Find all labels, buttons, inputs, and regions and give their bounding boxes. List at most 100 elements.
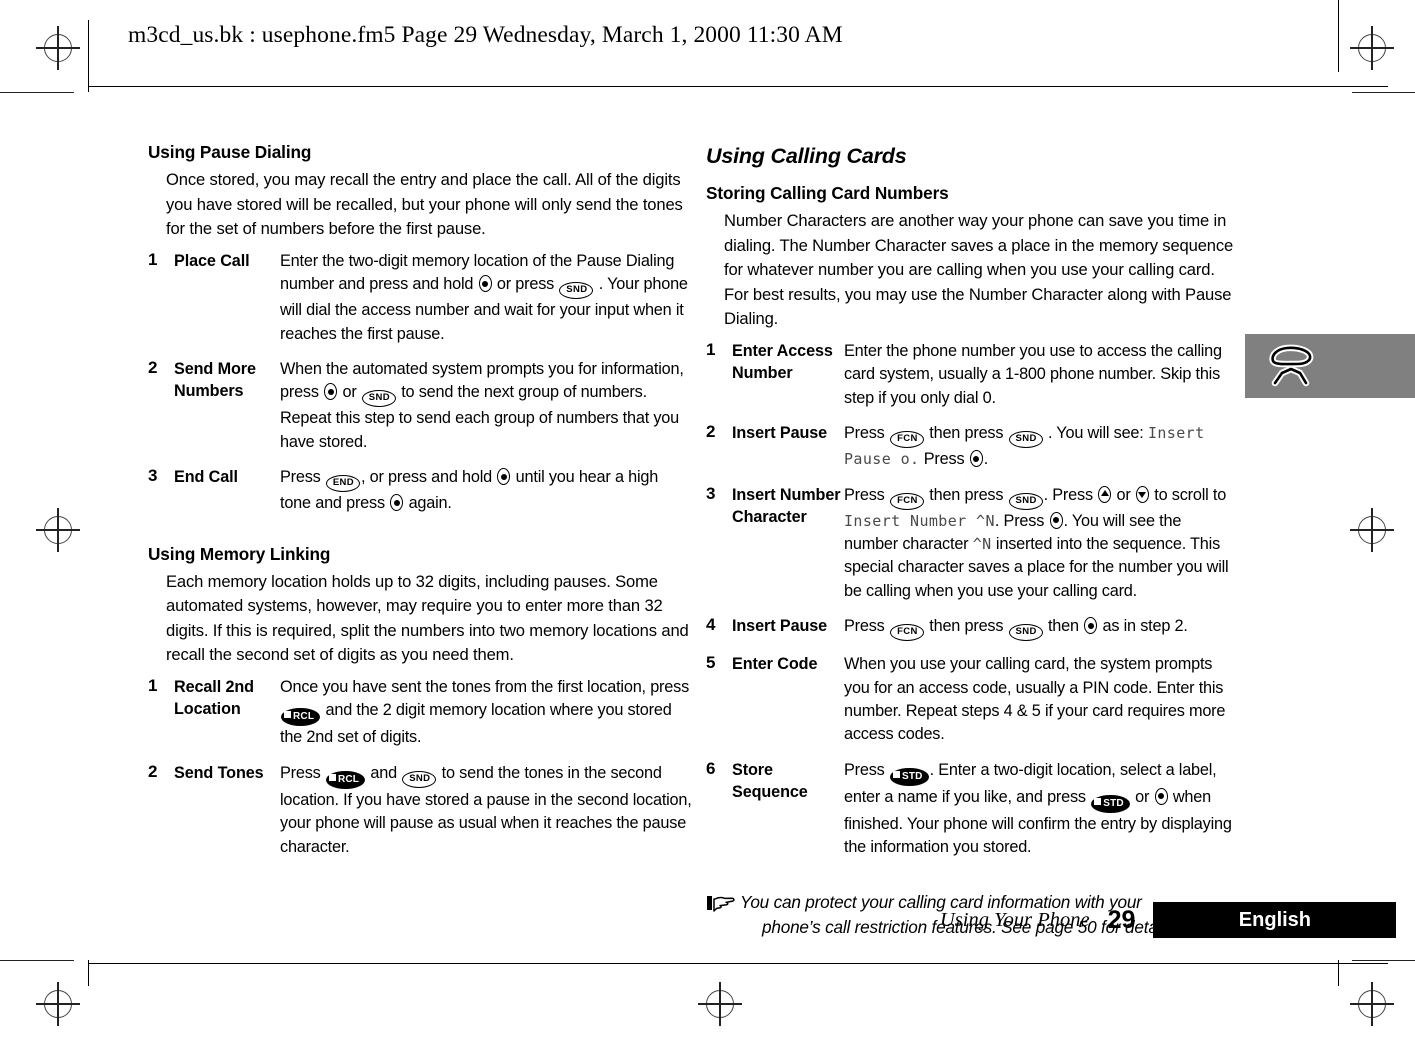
select-key-icon	[324, 383, 338, 401]
table-row: 2 Insert Pause Press FCN then press SND …	[706, 422, 1236, 483]
left-column: Using Pause Dialing Once stored, you may…	[148, 142, 693, 871]
snd-key-icon: SND	[1008, 624, 1043, 642]
thumb-tab-using-your-phone	[1245, 334, 1415, 398]
step-term: Insert Pause	[732, 617, 828, 636]
footer-page-number: 29	[1107, 905, 1136, 934]
down-arrow-key-icon	[1135, 485, 1149, 503]
step-term: Store Sequence	[732, 760, 808, 801]
step-text: or	[1112, 485, 1135, 504]
snd-key-icon: SND	[1008, 492, 1043, 510]
step-text: Once you have sent the tones from the fi…	[280, 678, 690, 696]
paragraph-pause-dialing-intro: Once stored, you may recall the entry an…	[166, 170, 683, 239]
square-glyph	[892, 770, 900, 778]
select-key-icon	[1049, 511, 1063, 529]
rcl-key-label: RCL	[293, 711, 315, 723]
step-text: then press	[924, 485, 1008, 504]
std-key-icon: STD	[1091, 794, 1130, 813]
step-number: 2	[706, 422, 716, 442]
snd-key-icon: SND	[559, 282, 594, 300]
select-key-icon	[478, 275, 492, 293]
step-text: , or press and hold	[360, 468, 497, 487]
std-key-label: STD	[901, 770, 923, 782]
up-arrow-key-icon	[1098, 485, 1112, 503]
step-description: Press STD. Enter a two-digit location, s…	[844, 759, 1236, 872]
step-text: then press	[924, 424, 1008, 443]
fcn-key-icon: FCN	[889, 492, 924, 510]
square-glyph	[284, 711, 291, 719]
step-term: Enter Access Number	[732, 341, 833, 382]
step-text: and the 2 digit memory location where yo…	[280, 701, 672, 747]
footer-divider-rule	[88, 963, 1388, 965]
table-row: 4 Insert Pause Press FCN then press SND …	[706, 615, 1236, 653]
lcd-display-text: Insert Number ^N	[844, 511, 995, 530]
step-description: Press FCN then press SND then as in step…	[844, 615, 1236, 653]
rcl-key-label: RCL	[337, 773, 360, 785]
step-text: to scroll to	[1149, 485, 1227, 504]
step-description: Press FCN then press SND. Press or to sc…	[844, 484, 1236, 616]
step-text: Press	[844, 424, 889, 443]
square-glyph	[328, 773, 336, 781]
select-key-icon	[1084, 617, 1098, 635]
table-row: 2 Send More Numbers When the automated s…	[148, 358, 693, 466]
step-term: Send More Numbers	[174, 360, 256, 400]
step-text: . Press	[994, 511, 1049, 530]
table-row: 1 Place Call Enter the two-digit memory …	[148, 250, 693, 358]
rcl-key-icon: RCL	[325, 770, 366, 789]
step-term: Recall 2nd Location	[174, 678, 254, 718]
step-description: When the automated system prompts you fo…	[278, 358, 693, 466]
rcl-key-icon: RCL	[281, 708, 321, 727]
step-description: Press FCN then press SND . You will see:…	[844, 422, 1236, 483]
fcn-key-icon: FCN	[889, 624, 924, 642]
footer-chapter-name: Using Your Phone	[940, 908, 1090, 931]
step-text: as in step 2.	[1098, 617, 1188, 636]
paragraph-calling-cards-intro: Number Characters are another way your p…	[724, 211, 1234, 329]
table-row: 1 Enter Access Number Enter the phone nu…	[706, 340, 1236, 422]
step-term: Send Tones	[174, 763, 264, 782]
lcd-number-character: ^N	[972, 535, 992, 553]
pointing-hand-icon	[706, 893, 736, 917]
heading-using-memory-linking: Using Memory Linking	[148, 543, 331, 564]
heading-storing-calling-card-numbers: Storing Calling Card Numbers	[706, 183, 949, 203]
step-text: Press	[919, 450, 969, 469]
table-row: 5 Enter Code When you use your calling c…	[706, 653, 1236, 759]
step-text: Press	[844, 617, 889, 636]
step-term: Place Call	[174, 251, 250, 270]
select-key-icon	[497, 468, 511, 486]
step-description: Press RCL and SND to send the tones in t…	[278, 762, 693, 871]
step-number: 1	[148, 249, 158, 269]
step-number: 2	[148, 358, 158, 377]
step-description: When you use your calling card, the syst…	[844, 655, 1226, 744]
step-description: Enter the two-digit memory location of t…	[278, 250, 693, 358]
fcn-key-icon: FCN	[889, 431, 924, 449]
step-term: End Call	[174, 468, 238, 487]
heading-using-calling-cards: Using Calling Cards	[706, 144, 907, 168]
step-text: Press	[844, 760, 889, 779]
steps-table-memory-linking: 1 Recall 2nd Location Once you have sent…	[148, 676, 693, 871]
step-number: 3	[148, 466, 158, 486]
std-key-icon: STD	[889, 767, 929, 786]
select-key-icon	[390, 494, 404, 512]
page-content: Using Pause Dialing Once stored, you may…	[0, 0, 1415, 1062]
page-footer: Using Your Phone 29 English	[940, 902, 1397, 938]
step-text: and	[366, 763, 402, 782]
snd-key-icon: SND	[1008, 431, 1043, 449]
std-key-label: STD	[1103, 797, 1124, 809]
step-description: Press END, or press and hold until you h…	[278, 466, 693, 527]
table-row: 1 Recall 2nd Location Once you have sent…	[148, 676, 693, 762]
step-text: . You will see:	[1043, 424, 1148, 443]
step-text: then	[1043, 617, 1084, 636]
select-key-icon	[1154, 787, 1168, 805]
end-key-icon: END	[325, 475, 360, 493]
step-text: then press	[924, 617, 1008, 636]
step-number: 3	[706, 483, 716, 503]
step-text: or	[338, 383, 361, 402]
step-number: 6	[706, 758, 716, 778]
step-text: .	[983, 450, 989, 469]
step-text: or press	[492, 275, 559, 294]
step-text: . Press	[1043, 485, 1098, 504]
table-row: 6 Store Sequence Press STD. Enter a two-…	[706, 759, 1236, 872]
table-row: 3 Insert Number Character Press FCN then…	[706, 484, 1236, 616]
select-key-icon	[969, 450, 983, 468]
steps-table-calling-cards: 1 Enter Access Number Enter the phone nu…	[706, 340, 1236, 872]
right-column: Using Calling Cards Storing Calling Card…	[706, 144, 1236, 940]
